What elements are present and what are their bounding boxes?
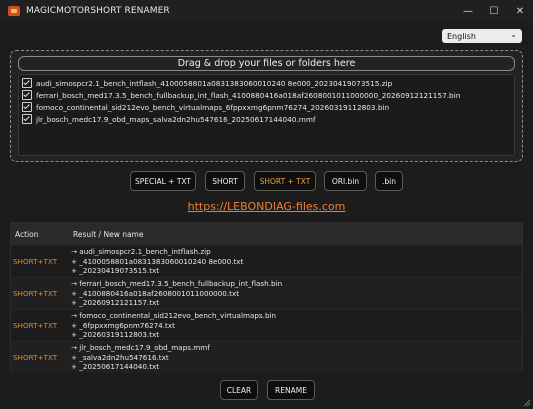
drop-zone[interactable]: Drag & drop your files or folders here a… — [10, 50, 523, 162]
row-result: → audi_simospcr2.1_bench_intflash.zip + _… — [71, 246, 243, 277]
bottom-button-row: CLEAR RENAME — [0, 380, 533, 400]
file-item[interactable]: jlr_bosch_medc17.9_obd_maps_salva2dn2hu5… — [22, 113, 514, 125]
row-action: SHORT+TXT — [13, 321, 58, 330]
website-link[interactable]: https://LEBONDIAG-files.com — [0, 200, 533, 213]
maximize-icon[interactable]: ☐ — [481, 0, 507, 22]
row-result: → ferrari_bosch_med17.3.5_bench_fullback… — [71, 278, 282, 309]
title-bar: MAGICMOTORSHORT RENAMER — ☐ ✕ — [0, 0, 533, 22]
drop-zone-title: Drag & drop your files or folders here — [18, 56, 515, 71]
column-header-result: Result / New name — [73, 229, 144, 239]
file-name: ferrari_bosch_med17.3.5_bench_fullbackup… — [36, 90, 461, 100]
file-checkbox[interactable] — [22, 102, 32, 112]
result-line: → audi_simospcr2.1_bench_intflash.zip — [71, 247, 211, 256]
ori-bin-button[interactable]: ORI.bin — [324, 171, 367, 191]
row-result: → fomoco_continental_sid212evo_bench_vir… — [71, 310, 276, 341]
row-action: SHORT+TXT — [13, 257, 58, 266]
language-select[interactable]: English ⌄ — [442, 29, 522, 43]
clear-button[interactable]: CLEAR — [220, 380, 258, 400]
rename-button[interactable]: RENAME — [267, 380, 315, 400]
file-list[interactable]: audi_simospcr2.1_bench_intflash_41000588… — [18, 74, 515, 156]
table-row[interactable]: SHORT+TXT → jlr_bosch_medc17.9_obd_maps.… — [11, 341, 522, 373]
table-row[interactable]: SHORT+TXT → ferrari_bosch_med17.3.5_benc… — [11, 277, 522, 309]
table-row[interactable]: SHORT+TXT → fomoco_continental_sid212evo… — [11, 309, 522, 341]
row-action: SHORT+TXT — [13, 353, 58, 362]
result-line: → ferrari_bosch_med17.3.5_bench_fullback… — [71, 279, 283, 288]
short-button[interactable]: SHORT — [205, 171, 245, 191]
file-checkbox[interactable] — [22, 90, 32, 100]
column-header-action: Action — [15, 229, 39, 239]
results-table: Action Result / New name SHORT+TXT → aud… — [10, 222, 523, 373]
language-select-value: English — [447, 31, 476, 41]
result-line: → fomoco_continental_sid212evo_bench_vir… — [71, 311, 277, 320]
special-txt-button[interactable]: SPECIAL + TXT — [130, 171, 196, 191]
result-line: + _20260912121157.txt — [71, 298, 160, 308]
short-txt-button[interactable]: SHORT + TXT — [254, 171, 316, 191]
result-line: + _4100880416a018af2608001011000000.txt — [71, 288, 240, 298]
bin-button[interactable]: .bin — [375, 171, 403, 191]
file-name: fomoco_continental_sid212evo_bench_virtu… — [36, 102, 390, 112]
resize-grip-icon[interactable] — [523, 399, 531, 407]
result-line: + _salva2dn2hu547616.txt — [71, 352, 169, 362]
file-name: audi_simospcr2.1_bench_intflash_41000588… — [36, 78, 393, 88]
file-item[interactable]: fomoco_continental_sid212evo_bench_virtu… — [22, 101, 514, 113]
result-line: → jlr_bosch_medc17.9_obd_maps.mmf — [71, 343, 210, 352]
result-line: + _20260319112803.txt — [71, 330, 160, 340]
window-title: MAGICMOTORSHORT RENAMER — [26, 6, 170, 16]
row-result: → jlr_bosch_medc17.9_obd_maps.mmf + _salv… — [71, 342, 210, 373]
table-row[interactable]: SHORT+TXT → audi_simospcr2.1_bench_intfl… — [11, 245, 522, 277]
result-line: + _20230419073515.txt — [71, 266, 160, 276]
file-item[interactable]: audi_simospcr2.1_bench_intflash_41000588… — [22, 77, 514, 89]
file-checkbox[interactable] — [22, 114, 32, 124]
file-checkbox[interactable] — [22, 78, 32, 88]
row-action: SHORT+TXT — [13, 289, 58, 298]
result-line: + _20250617144040.txt — [71, 362, 160, 372]
file-name: jlr_bosch_medc17.9_obd_maps_salva2dn2hu5… — [36, 114, 316, 124]
close-icon[interactable]: ✕ — [507, 0, 533, 22]
window-controls: — ☐ ✕ — [455, 0, 533, 22]
minimize-icon[interactable]: — — [455, 0, 481, 22]
chevron-down-icon: ⌄ — [510, 30, 517, 39]
mode-button-row: SPECIAL + TXT SHORT SHORT + TXT ORI.bin … — [0, 171, 533, 191]
result-line: + _4100058801a0831383060010240 8e000.txt — [71, 256, 244, 266]
file-item[interactable]: ferrari_bosch_med17.3.5_bench_fullbackup… — [22, 89, 514, 101]
table-header: Action Result / New name — [11, 223, 522, 245]
app-logo-icon — [8, 6, 20, 16]
table-body: SHORT+TXT → audi_simospcr2.1_bench_intfl… — [11, 245, 522, 373]
result-line: + _6fppxxmg6pnm76274.txt — [71, 320, 175, 330]
